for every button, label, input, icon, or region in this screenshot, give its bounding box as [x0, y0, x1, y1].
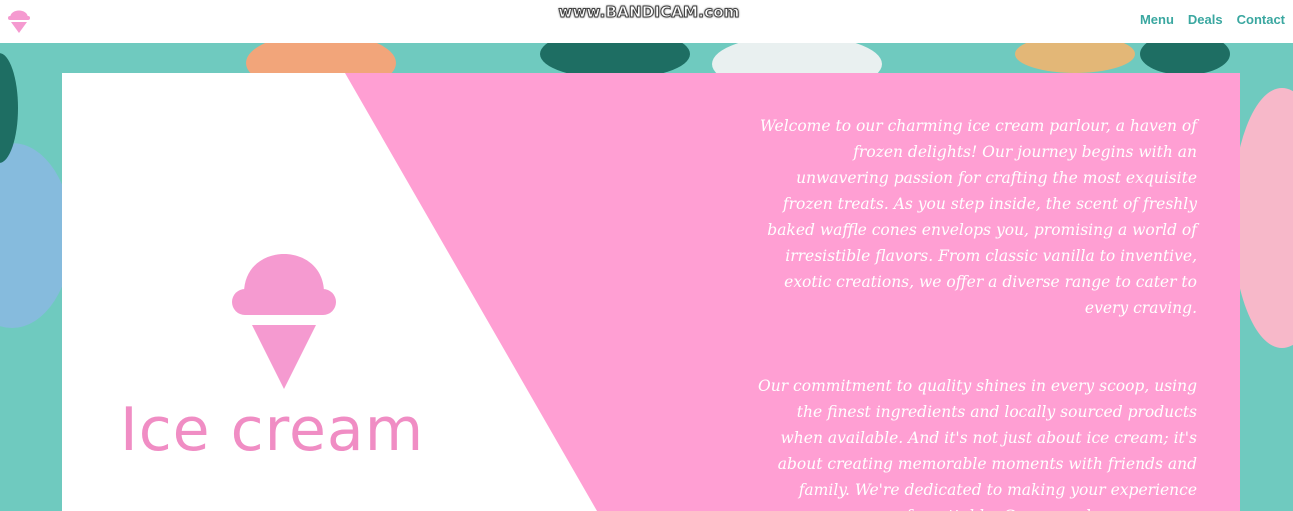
nav-links: Menu Deals Contact — [1140, 12, 1285, 27]
about-text: Welcome to our charming ice cream parlou… — [757, 113, 1197, 511]
brand-title: Ice cream — [120, 395, 425, 465]
ice-cream-icon[interactable] — [8, 5, 30, 33]
ice-cream-icon — [232, 254, 336, 389]
bandicam-watermark: www.BANDICAM.com — [558, 3, 740, 22]
scoop-dark-right — [1140, 43, 1230, 75]
about-paragraph: Welcome to our charming ice cream parlou… — [759, 117, 1197, 317]
navbar: www.BANDICAM.com Menu Deals Contact — [0, 0, 1293, 43]
nav-link-menu[interactable]: Menu — [1140, 12, 1174, 27]
about-paragraph: Our commitment to quality shines in ever… — [758, 377, 1197, 511]
scoop-caramel — [1015, 43, 1135, 73]
scoop-pink-right — [1232, 88, 1293, 348]
hero-card: Ice cream Welcome to our charming ice cr… — [62, 73, 1240, 511]
nav-link-contact[interactable]: Contact — [1237, 12, 1285, 27]
nav-link-deals[interactable]: Deals — [1188, 12, 1223, 27]
